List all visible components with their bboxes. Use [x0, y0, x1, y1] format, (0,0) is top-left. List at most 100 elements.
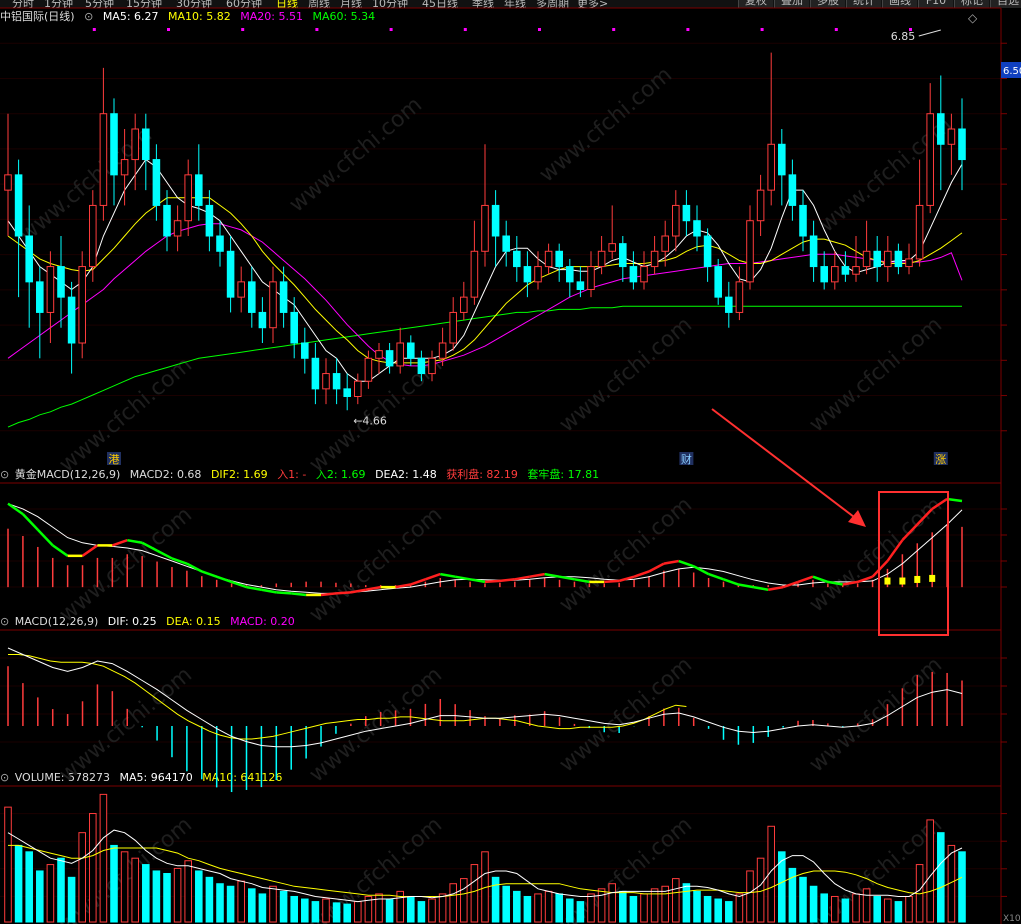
volume-bar: [746, 870, 754, 923]
volume-bar: [958, 851, 966, 923]
volume-bar: [195, 870, 203, 923]
gold-dif-segment: [156, 549, 173, 560]
candle: [428, 357, 436, 375]
candle: [205, 204, 214, 237]
candle: [460, 296, 468, 313]
gold-dif-segment: [812, 575, 829, 584]
volume-bar: [248, 888, 256, 923]
gold-dif-segment: [320, 592, 337, 597]
volume-bar: [597, 888, 606, 923]
volume-bar: [470, 864, 479, 923]
candle: [195, 174, 203, 206]
event-dot: [834, 28, 838, 31]
candle: [873, 250, 881, 268]
watermark: www.cfchi.com: [535, 62, 677, 187]
volume-bar: [258, 893, 267, 923]
volume-bar: [311, 901, 320, 923]
gold-dif-segment: [544, 572, 560, 578]
candle: [25, 235, 33, 283]
candle: [672, 204, 680, 237]
volume-bar: [269, 885, 277, 923]
candle: [322, 373, 330, 390]
gold-dif-segment: [440, 572, 456, 578]
gold-dif-segment: [81, 544, 99, 557]
event-dot: [167, 28, 170, 31]
low-price-label: ←4.66: [353, 414, 387, 427]
volume-bar: [937, 832, 945, 923]
candle: [799, 204, 807, 237]
candle: [640, 266, 648, 283]
candle: [767, 143, 775, 191]
candle: [226, 250, 235, 298]
volume-bar: [322, 898, 330, 923]
candle: [290, 311, 298, 344]
gold-dif-segment: [246, 585, 262, 591]
gold-dif-segment: [723, 578, 739, 586]
candle: [693, 220, 701, 237]
gold-dif-segment: [753, 585, 769, 591]
diamond-icon[interactable]: ◇: [968, 11, 978, 25]
candle: [629, 266, 638, 283]
watermark: www.cfchi.com: [555, 312, 697, 437]
volume-bar: [46, 864, 55, 923]
event-dot: [315, 28, 319, 31]
volume-bar: [894, 901, 903, 923]
event-dot: [760, 28, 764, 31]
candle: [926, 113, 934, 206]
candle: [120, 159, 129, 176]
gold-dif-segment: [604, 579, 620, 584]
volume-bar: [343, 903, 351, 923]
volume-bar: [205, 876, 214, 923]
candle: [862, 250, 871, 268]
event-dot: [686, 28, 690, 31]
candle: [947, 128, 956, 145]
candle: [820, 266, 828, 283]
volume-bar: [110, 844, 118, 923]
volume-bar: [820, 893, 828, 923]
candle: [534, 266, 542, 283]
candle: [619, 243, 627, 268]
volume-bar: [36, 870, 44, 923]
candle: [682, 204, 691, 222]
candle: [438, 342, 447, 359]
candle: [173, 220, 182, 237]
candle: [89, 204, 97, 268]
stock-chart[interactable]: www.cfchi.com www.cfchi.com www.cfchi.com w…: [0, 0, 1021, 924]
candle: [937, 113, 945, 145]
candle: [163, 204, 171, 237]
gold-dif-segment: [291, 592, 307, 597]
volume-bar: [152, 870, 161, 923]
high-pointer: [918, 29, 941, 37]
event-marker: 港: [109, 453, 120, 466]
volume-bar: [385, 898, 394, 923]
candle: [258, 311, 267, 329]
candle: [894, 250, 903, 268]
candle: [735, 281, 744, 313]
volume-bar: [131, 857, 139, 923]
candle: [14, 174, 23, 237]
watermark: www.cfchi.com: [555, 652, 697, 777]
candle: [831, 266, 839, 283]
gold-dif-segment: [693, 565, 710, 576]
candle: [513, 250, 521, 268]
gold-dif-segment: [946, 497, 963, 503]
gold-dif-segment: [52, 544, 69, 557]
candle: [4, 174, 12, 191]
candle: [78, 266, 86, 344]
volume-bar: [566, 898, 574, 923]
candle: [555, 250, 563, 268]
candle: [470, 250, 479, 298]
event-dot: [389, 28, 393, 31]
volume-bar: [926, 819, 934, 923]
volume-bar: [173, 867, 182, 923]
candle: [216, 235, 224, 252]
volume-bar: [226, 885, 235, 923]
candle: [343, 388, 351, 398]
volume-bar: [576, 901, 585, 923]
candle: [99, 113, 108, 206]
gold-dif-segment: [36, 528, 54, 547]
candle: [396, 342, 404, 367]
candle: [269, 281, 277, 329]
candle: [301, 342, 309, 359]
candle: [449, 311, 457, 344]
